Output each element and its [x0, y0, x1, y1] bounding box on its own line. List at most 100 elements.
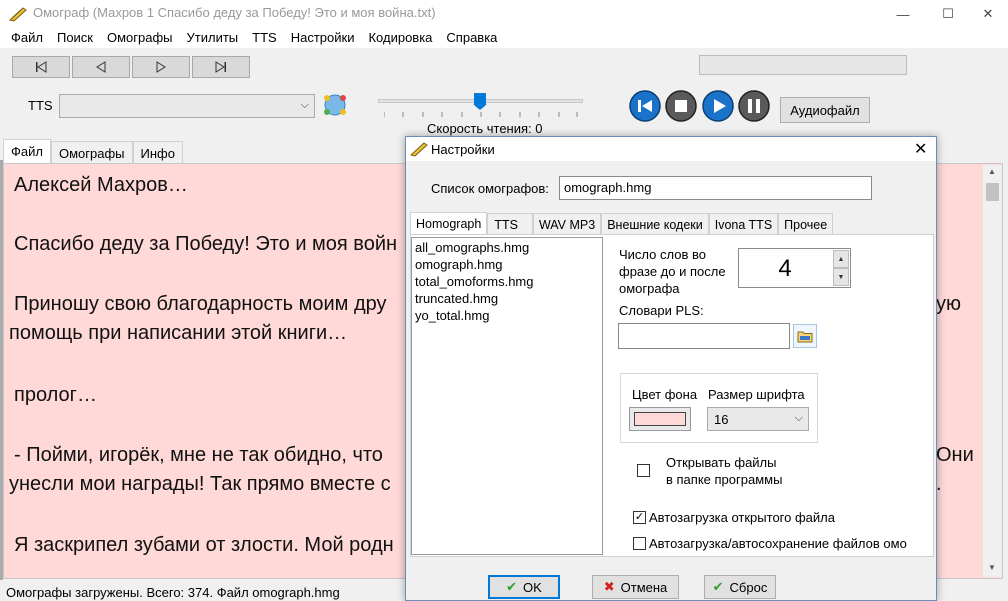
tts-voice-select[interactable]: ⌵: [59, 94, 315, 118]
checkmark-icon: ✔: [712, 579, 724, 594]
previous-button[interactable]: [72, 56, 130, 78]
pls-dictionaries-input[interactable]: [618, 323, 790, 349]
cancel-button[interactable]: ✖ Отмена: [592, 575, 679, 599]
chevron-down-icon: ⌵: [300, 99, 309, 111]
font-size-label: Размер шрифта: [708, 387, 805, 402]
minimize-button[interactable]: —: [880, 0, 926, 28]
tab-omographs[interactable]: Омографы: [50, 141, 133, 165]
text-line: Спасибо деду за Победу! Это и моя войн: [14, 233, 398, 255]
chevron-down-icon: ▼: [837, 273, 845, 281]
voice-settings-icon[interactable]: [322, 92, 348, 118]
next-button[interactable]: [132, 56, 190, 78]
minimize-icon: —: [896, 6, 910, 22]
background-color-button[interactable]: [629, 407, 691, 431]
reset-button[interactable]: ✔ Сброс: [704, 575, 776, 599]
spin-up-button[interactable]: ▲: [833, 250, 849, 268]
text-line: Я заскрипел зубами от злости. Мой родн: [14, 534, 394, 556]
ok-button[interactable]: ✔ OK: [488, 575, 560, 599]
menu-settings[interactable]: Настройки: [284, 28, 362, 48]
text-line: помощь при написании этой книги…: [9, 322, 348, 344]
words-count-stepper[interactable]: 4 ▲ ▼: [738, 248, 851, 288]
settings-tabs: Homograph TTS WAV MP3 Внешние кодеки Ivo…: [410, 212, 834, 235]
cross-icon: ✖: [603, 579, 615, 594]
main-tabs: Файл Омографы Инфо: [3, 139, 183, 165]
tab-file[interactable]: Файл: [3, 139, 51, 165]
autoload-autosave-checkbox[interactable]: [633, 537, 646, 550]
chevron-down-icon: ⌵: [794, 412, 803, 424]
first-button[interactable]: [12, 56, 70, 78]
menu-encoding[interactable]: Кодировка: [361, 28, 439, 48]
app-feather-icon: [9, 7, 27, 22]
folder-icon: [797, 331, 813, 343]
chevron-up-icon: ▲: [837, 255, 845, 263]
pls-dictionaries-label: Словари PLS:: [619, 303, 704, 318]
dialog-title: Настройки: [431, 142, 495, 157]
menu-utilities[interactable]: Утилиты: [180, 28, 246, 48]
rewind-button[interactable]: [629, 90, 661, 122]
status-text: Омографы загружены. Всего: 374. Файл omo…: [6, 585, 340, 600]
menu-bar: Файл Поиск Омографы Утилиты TTS Настройк…: [0, 28, 1008, 48]
text-line: - Пойми, игорёк, мне не так обидно, что: [14, 444, 383, 466]
tab-other[interactable]: Прочее: [778, 213, 834, 235]
font-size-value: 16: [714, 412, 729, 427]
scroll-down-icon[interactable]: ▼: [988, 563, 996, 572]
omograph-file-list[interactable]: all_omographs.hmg omograph.hmg total_omo…: [411, 237, 603, 555]
background-color-swatch: [634, 412, 686, 426]
scroll-up-icon[interactable]: ▲: [988, 167, 996, 176]
ok-label: OK: [523, 579, 542, 595]
list-item[interactable]: yo_total.hmg: [415, 308, 489, 323]
autoload-label: Автозагрузка открытого файла: [649, 510, 835, 525]
open-files-label: Открывать файлы в папке программы: [666, 455, 783, 487]
last-button[interactable]: [192, 56, 250, 78]
omograph-list-input[interactable]: omograph.hmg: [559, 176, 872, 200]
autoload-open-file-checkbox[interactable]: ✓: [633, 511, 646, 524]
tab-tts[interactable]: TTS: [487, 213, 533, 235]
font-size-select[interactable]: 16 ⌵: [707, 407, 809, 431]
text-line-fragment: ую: [936, 293, 961, 315]
text-line-fragment: Они: [936, 444, 974, 466]
menu-help[interactable]: Справка: [439, 28, 504, 48]
reading-speed-label: Скорость чтения: 0: [427, 121, 543, 136]
tab-wav-mp3[interactable]: WAV MP3: [532, 213, 602, 235]
text-line: Приношу свою благодарность моим дру: [14, 293, 387, 315]
dialog-close-icon[interactable]: ✕: [914, 139, 927, 159]
window-title: Омограф (Махров 1 Спасибо деду за Победу…: [33, 5, 436, 20]
menu-tts[interactable]: TTS: [245, 28, 284, 48]
audio-file-button[interactable]: Аудиофайл: [780, 97, 870, 123]
tab-homograph[interactable]: Homograph: [410, 212, 488, 235]
tab-external-codecs[interactable]: Внешние кодеки: [601, 213, 709, 235]
stop-button[interactable]: [665, 90, 697, 122]
list-item[interactable]: omograph.hmg: [415, 257, 502, 272]
close-button[interactable]: ✕: [965, 0, 1008, 28]
text-line: пролог…: [14, 384, 97, 406]
play-button[interactable]: [702, 90, 734, 122]
menu-search[interactable]: Поиск: [50, 28, 100, 48]
list-item[interactable]: all_omographs.hmg: [415, 240, 529, 255]
menu-omographs[interactable]: Омографы: [100, 28, 180, 48]
scrollbar-thumb[interactable]: [986, 183, 999, 201]
cancel-label: Отмена: [620, 579, 668, 595]
tab-ivona-tts[interactable]: Ivona TTS: [708, 213, 779, 235]
words-count-label: Число слов во фразе до и после омографа: [619, 247, 726, 296]
menu-file[interactable]: Файл: [4, 28, 50, 48]
speed-slider-thumb[interactable]: [474, 93, 486, 110]
app-feather-icon: [410, 142, 428, 157]
words-count-value: 4: [778, 255, 792, 282]
list-item[interactable]: truncated.hmg: [415, 291, 498, 306]
tab-info[interactable]: Инфо: [132, 141, 183, 165]
next-icon: [156, 61, 166, 73]
text-line: унесли мои награды! Так прямо вместе с: [9, 473, 391, 495]
pls-browse-button[interactable]: [793, 324, 817, 348]
pause-button[interactable]: [738, 90, 770, 122]
checkmark-icon: ✔: [506, 579, 518, 594]
background-color-label: Цвет фона: [632, 387, 698, 402]
spin-down-button[interactable]: ▼: [833, 268, 849, 286]
skip-first-icon: [36, 61, 47, 73]
speed-slider-ticks: [384, 112, 578, 117]
list-item[interactable]: total_omoforms.hmg: [415, 274, 534, 289]
open-files-in-program-folder-checkbox[interactable]: [637, 464, 650, 477]
maximize-icon: ☐: [942, 6, 954, 21]
vertical-scrollbar[interactable]: ▲ ▼: [983, 165, 1002, 577]
skip-last-icon: [215, 61, 226, 73]
progress-bar: [699, 55, 907, 75]
